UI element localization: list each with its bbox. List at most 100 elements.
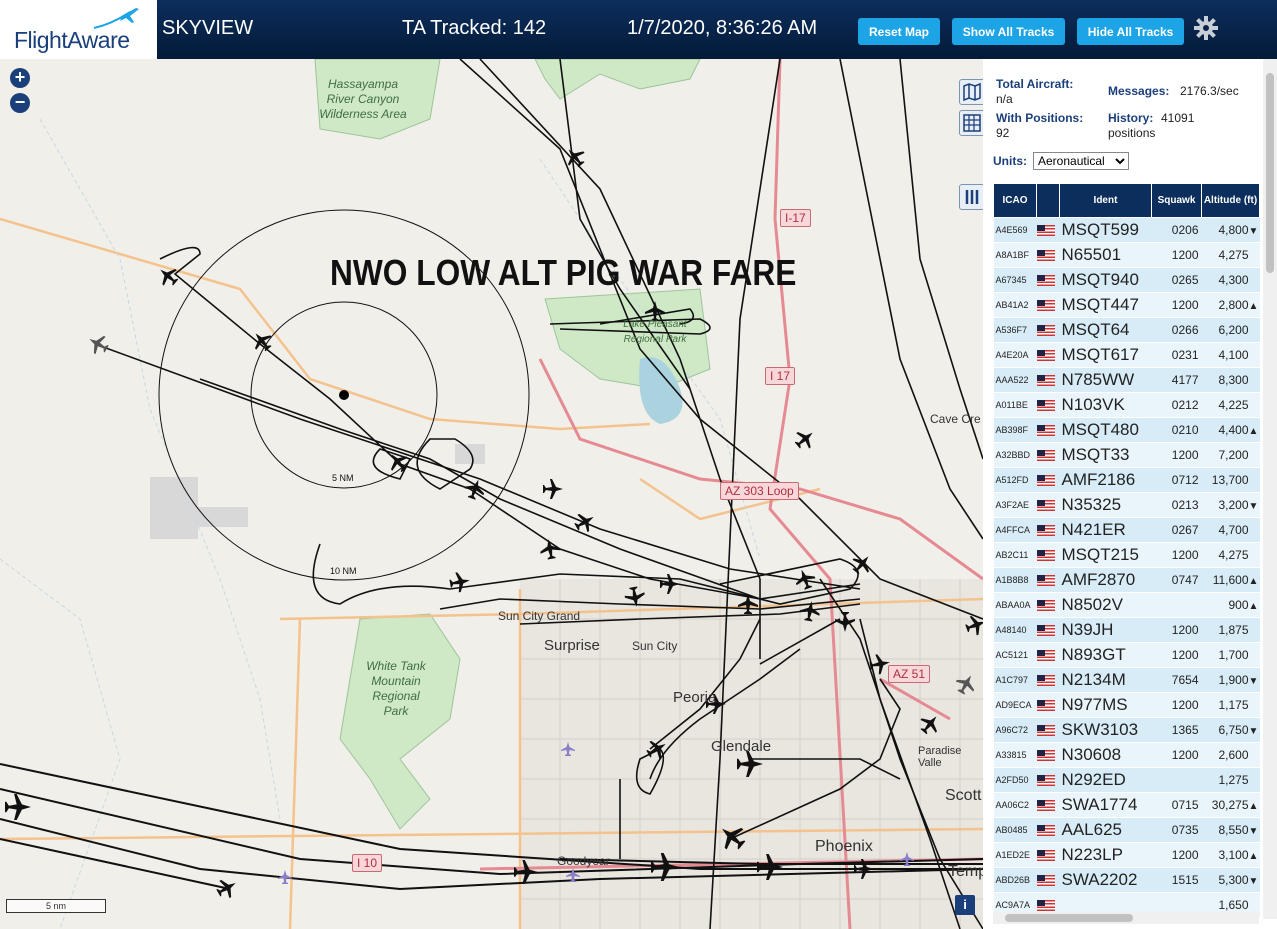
table-row[interactable]: ABD26B SWA2202 1515 5,300▼	[993, 867, 1260, 893]
cell-altitude: 4,100	[1201, 342, 1260, 368]
logo-text: FlightAware	[14, 27, 130, 53]
zoom-out-button[interactable]: −	[10, 93, 30, 113]
table-row[interactable]: A33815 N30608 1200 2,600	[993, 742, 1260, 768]
table-row[interactable]: A4FFCA N421ER 0267 4,700	[993, 517, 1260, 543]
table-row[interactable]: A32BBD MSQT33 1200 7,200	[993, 442, 1260, 468]
cell-squawk: 0212	[1151, 392, 1202, 418]
grid-toggle-button[interactable]	[959, 110, 983, 136]
cell-squawk: 1200	[1151, 742, 1202, 768]
table-row[interactable]: A1ED2E N223LP 1200 3,100▲	[993, 842, 1260, 868]
column-header-flag[interactable]	[1036, 183, 1060, 218]
cell-flag	[1036, 542, 1060, 568]
column-header-icao[interactable]: ICAO	[993, 183, 1037, 218]
table-row[interactable]: A67345 MSQT940 0265 4,300	[993, 267, 1260, 293]
cell-squawk: 1200	[1151, 692, 1202, 718]
map-view[interactable]: + − Hassayampa River Canyon Wilderness A…	[0, 59, 983, 929]
table-row[interactable]: A2FD50 N292ED 1,275	[993, 767, 1260, 793]
table-row[interactable]: A48140 N39JH 1200 1,875	[993, 617, 1260, 643]
cell-altitude: 1,700	[1201, 642, 1260, 668]
place-phoenix: Phoenix	[815, 838, 873, 855]
table-row[interactable]: AD9ECA N977MS 1200 1,175	[993, 692, 1260, 718]
highway-i10: I 10	[352, 854, 383, 872]
cell-icao: AD9ECA	[993, 692, 1037, 718]
column-header-altitude[interactable]: Altitude (ft)	[1201, 183, 1260, 218]
aircraft-table: ICAO Ident Squawk Altitude (ft) A4E569 MS…	[993, 183, 1260, 918]
us-flag-icon	[1036, 475, 1055, 487]
table-row[interactable]: AB398F MSQT480 0210 4,400▲	[993, 417, 1260, 443]
range-ring-5nm-label: 5 NM	[332, 473, 354, 483]
table-row[interactable]: AB2C11 MSQT215 1200 4,275	[993, 542, 1260, 568]
altitude-trend-icon: ▲	[1248, 301, 1259, 312]
cell-ident: MSQT480	[1059, 417, 1152, 443]
cell-altitude: 8,550▼	[1201, 817, 1260, 843]
table-row[interactable]: AB41A2 MSQT447 1200 2,800▲	[993, 292, 1260, 318]
cell-flag	[1036, 642, 1060, 668]
table-row[interactable]: AAA522 N785WW 4177 8,300	[993, 367, 1260, 393]
cell-icao: AAA522	[993, 367, 1037, 393]
zoom-in-button[interactable]: +	[10, 68, 30, 88]
altitude-value: 1,175	[1218, 698, 1249, 712]
reset-map-button[interactable]: Reset Map	[858, 18, 940, 45]
units-select[interactable]: Aeronautical	[1033, 152, 1129, 170]
table-row[interactable]: A4E20A MSQT617 0231 4,100	[993, 342, 1260, 368]
cell-ident: SWA1774	[1059, 792, 1152, 818]
us-flag-icon	[1036, 500, 1055, 512]
gear-icon[interactable]	[1193, 15, 1219, 41]
altitude-value: 11,600	[1212, 573, 1249, 587]
column-header-squawk[interactable]: Squawk	[1151, 183, 1202, 218]
altitude-value: 1,275	[1218, 773, 1249, 787]
place-sun-city: Sun City	[632, 639, 678, 653]
table-row[interactable]: A3F2AE N35325 0213 3,200▼	[993, 492, 1260, 518]
cell-icao: ABD26B	[993, 867, 1037, 893]
place-glendale: Glendale	[711, 738, 772, 755]
cell-ident: N421ER	[1059, 517, 1152, 543]
table-row[interactable]: A8A1BF N65501 1200 4,275	[993, 242, 1260, 268]
table-row[interactable]: AA06C2 SWA1774 0715 30,275▲	[993, 792, 1260, 818]
table-row[interactable]: AB0485 AAL625 0735 8,550▼	[993, 817, 1260, 843]
table-row[interactable]: AC5121 N893GT 1200 1,700	[993, 642, 1260, 668]
table-row[interactable]: A1B8B8 AMF2870 0747 11,600▲	[993, 567, 1260, 593]
us-flag-icon	[1036, 525, 1055, 537]
table-row[interactable]: A536F7 MSQT64 0266 6,200	[993, 317, 1260, 343]
cell-ident: N8502V	[1059, 592, 1152, 618]
table-row[interactable]: ABAA0A N8502V 900▲	[993, 592, 1260, 618]
table-row[interactable]: A96C72 SKW3103 1365 6,750▼	[993, 717, 1260, 743]
cell-altitude: 3,200▼	[1201, 492, 1260, 518]
flightaware-logo[interactable]: FlightAware	[0, 0, 157, 59]
place-scottsdale: Scott	[945, 787, 982, 804]
cell-ident: AMF2870	[1059, 567, 1152, 593]
table-row[interactable]: A1C797 N2134M 7654 1,900▼	[993, 667, 1260, 693]
altitude-value: 4,300	[1218, 273, 1249, 287]
hide-all-tracks-button[interactable]: Hide All Tracks	[1077, 18, 1184, 45]
place-cave-creek: Cave Cre	[930, 412, 981, 426]
cell-icao: A4E20A	[993, 342, 1037, 368]
cell-altitude: 4,275	[1201, 242, 1260, 268]
cell-flag	[1036, 767, 1060, 793]
ta-tracked-count: TA Tracked: 142	[402, 17, 547, 39]
altitude-value: 1,650	[1218, 898, 1249, 912]
column-header-ident[interactable]: Ident	[1059, 183, 1152, 218]
cell-ident: N103VK	[1059, 392, 1152, 418]
horizontal-scrollbar-thumb[interactable]	[1005, 914, 1133, 922]
vertical-scrollbar-thumb[interactable]	[1266, 73, 1274, 273]
cell-icao: A67345	[993, 267, 1037, 293]
us-flag-icon	[1036, 450, 1055, 462]
place-paradise-valley: Paradise Valle	[918, 745, 962, 769]
map-layers-button[interactable]	[959, 79, 983, 105]
cell-squawk: 7654	[1151, 667, 1202, 693]
us-flag-icon	[1036, 800, 1055, 812]
cell-flag	[1036, 867, 1060, 893]
us-flag-icon	[1036, 900, 1055, 912]
show-all-tracks-button[interactable]: Show All Tracks	[952, 18, 1065, 45]
cell-flag	[1036, 717, 1060, 743]
info-button[interactable]: i	[955, 895, 975, 915]
current-datetime: 1/7/2020, 8:36:26 AM	[627, 17, 818, 39]
table-row[interactable]: A011BE N103VK 0212 4,225	[993, 392, 1260, 418]
table-row[interactable]: A4E569 MSQT599 0206 4,800▼	[993, 217, 1260, 243]
cell-flag	[1036, 742, 1060, 768]
columns-toggle-button[interactable]	[959, 184, 983, 210]
cell-altitude: 6,750▼	[1201, 717, 1260, 743]
table-row[interactable]: A512FD AMF2186 0712 13,700	[993, 467, 1260, 493]
us-flag-icon	[1036, 875, 1055, 887]
cell-squawk: 4177	[1151, 367, 1202, 393]
